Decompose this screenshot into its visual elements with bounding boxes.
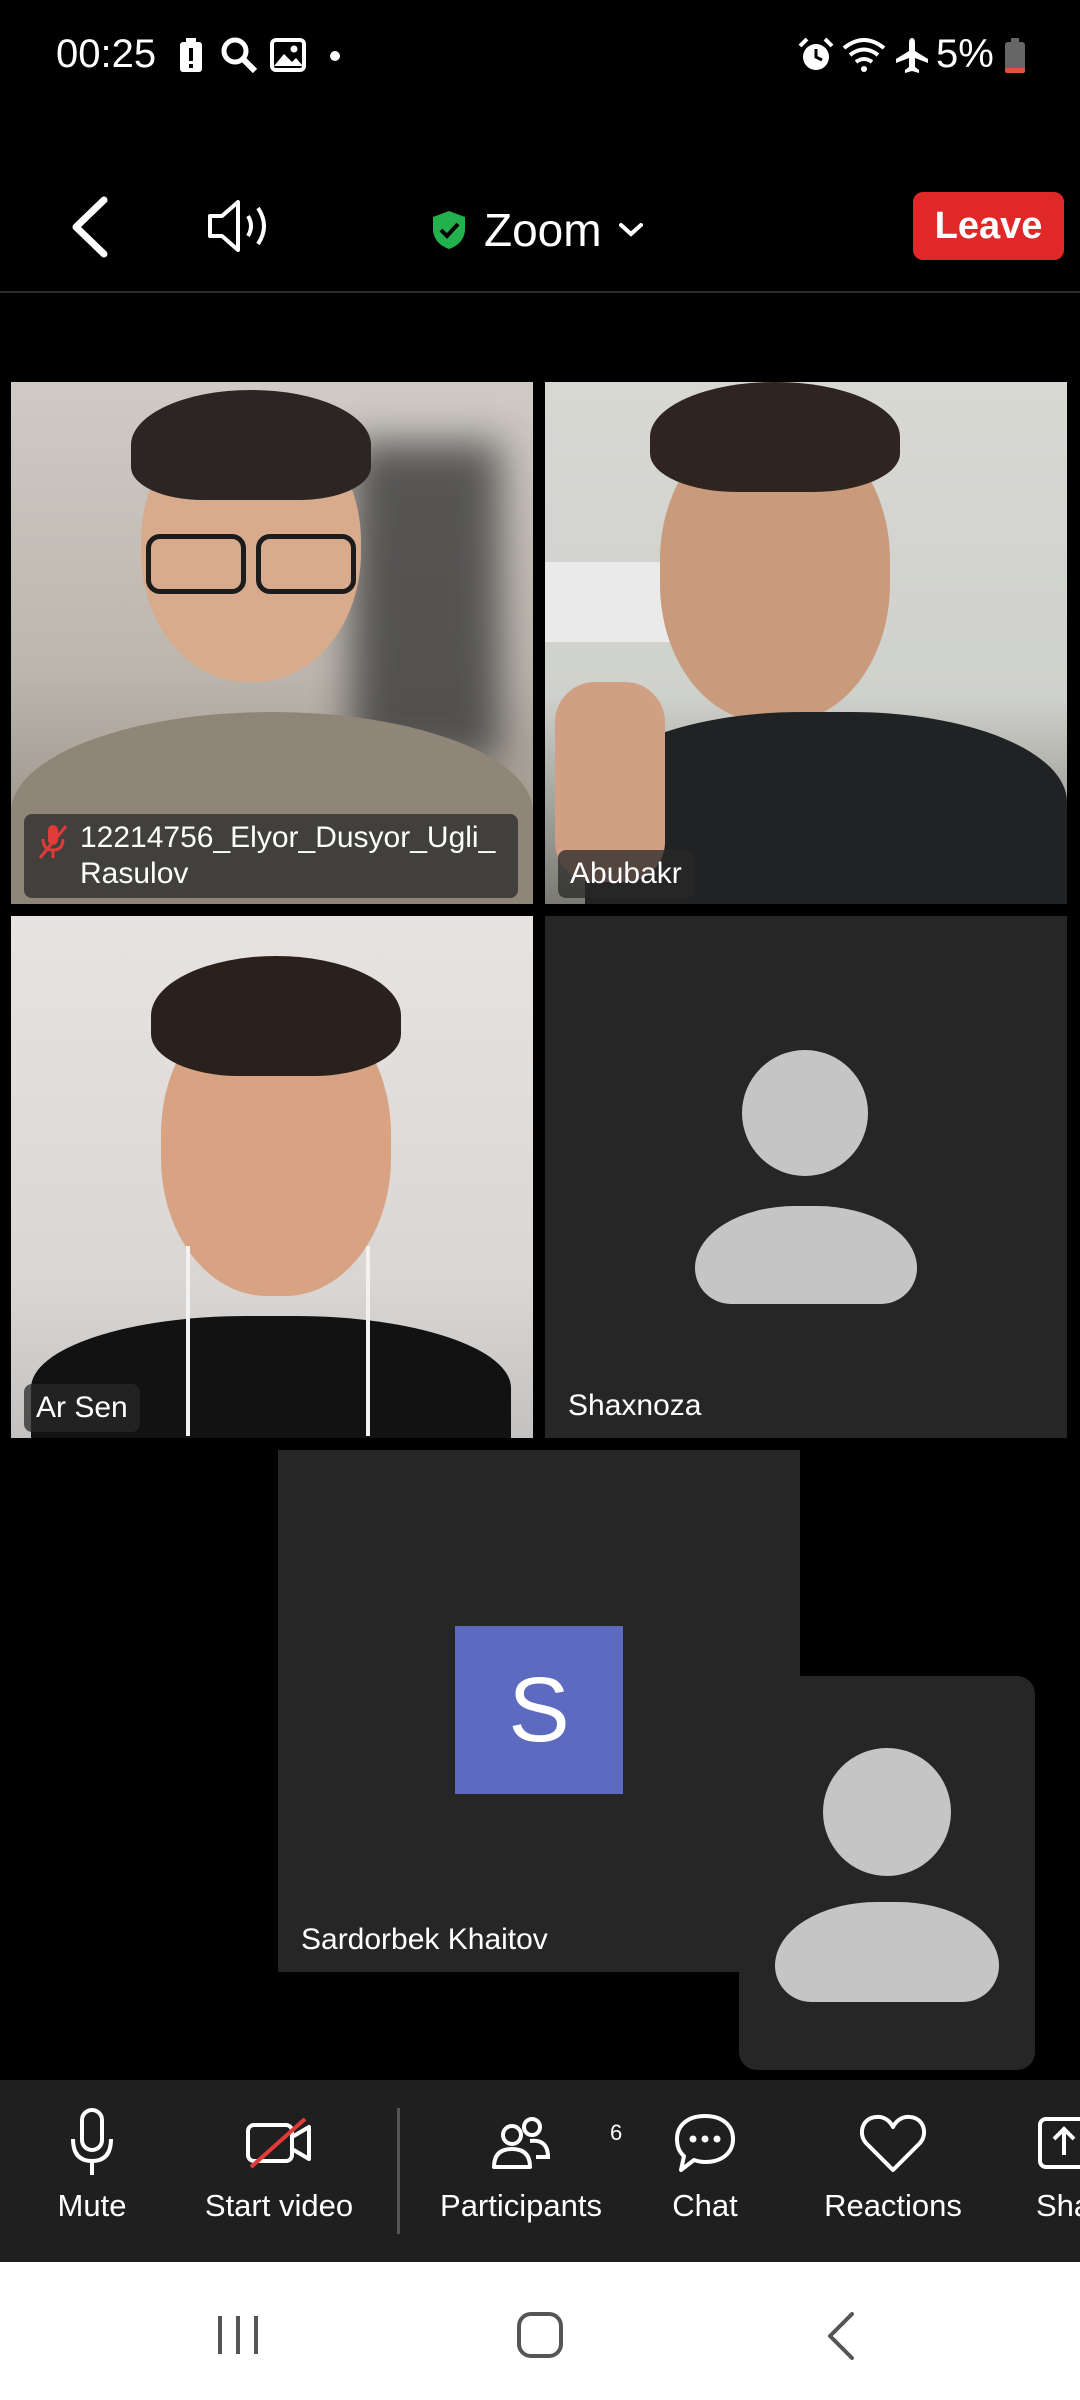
participants-label: Participants (440, 2188, 602, 2223)
image-icon (270, 38, 306, 72)
system-nav-bar (0, 2262, 1080, 2400)
status-time: 00:25 (56, 32, 157, 76)
share-icon (1038, 2117, 1080, 2169)
participant-name-tag: Shaxnoza (568, 1389, 702, 1422)
chat-label: Chat (672, 2188, 738, 2223)
video-tile-sardorbek[interactable]: S Sardorbek Khaitov (278, 1450, 800, 1972)
self-view-tile[interactable] (739, 1676, 1035, 2070)
dot-icon (330, 51, 340, 61)
video-tile-elyor[interactable]: 12214756_Elyor_Dusyor_Ugli_ Rasulov (11, 382, 533, 904)
toolbar-divider (397, 2108, 400, 2234)
video-tile-shaxnoza[interactable]: Shaxnoza (545, 916, 1067, 1438)
chat-icon (675, 2114, 735, 2172)
mute-button[interactable]: Mute (30, 2080, 154, 2262)
avatar-icon (823, 1748, 951, 1876)
avatar-icon (742, 1050, 868, 1176)
participants-icon (492, 2117, 551, 2169)
battery-icon (1005, 38, 1025, 73)
earphone-cable-left (186, 1246, 190, 1436)
status-bar: 00:25 5% (0, 0, 1080, 110)
search-icon (221, 37, 258, 74)
person-hair (131, 390, 371, 500)
chat-button[interactable]: Chat (650, 2080, 760, 2262)
participant-name-tag: Abubakr (558, 850, 694, 898)
person-hair (151, 956, 401, 1076)
share-label: Sha (1036, 2188, 1080, 2223)
participant-name-line2: Rasulov (80, 857, 189, 890)
person-hair (650, 382, 900, 492)
earphone-cable-right (366, 1246, 370, 1436)
meeting-title-dropdown[interactable]: Zoom (430, 190, 644, 270)
alarm-icon (798, 37, 834, 70)
reactions-label: Reactions (824, 2188, 962, 2223)
participant-name-line1: 12214756_Elyor_Dusyor_Ugli_ (80, 821, 496, 854)
video-tile-abubakr[interactable]: Abubakr (545, 382, 1067, 904)
participant-name-tag: Ar Sen (24, 1384, 140, 1432)
glasses-right (256, 534, 356, 594)
airplane-icon (896, 38, 928, 73)
recents-icon[interactable] (214, 2312, 262, 2358)
start-video-label: Start video (204, 2188, 354, 2223)
video-off-icon (246, 2117, 311, 2169)
participants-count-badge: 6 (610, 2120, 623, 2145)
participant-name-tag: 12214756_Elyor_Dusyor_Ugli_ Rasulov (24, 814, 518, 898)
participants-button[interactable]: 6 Participants (432, 2080, 622, 2262)
meeting-toolbar: Mute Start video 6 Participants Chat Rea… (0, 2080, 1080, 2262)
wifi-icon (842, 38, 886, 72)
microphone-icon (71, 2108, 113, 2175)
glasses-left (146, 534, 246, 594)
shield-check-icon (433, 211, 465, 249)
avatar-body (775, 1902, 999, 2002)
top-bar-divider (0, 291, 1080, 293)
leave-button[interactable]: Leave (913, 192, 1064, 260)
home-icon[interactable] (515, 2310, 565, 2360)
avatar-body (695, 1206, 917, 1304)
heart-icon (859, 2114, 927, 2172)
meeting-title: Zoom (484, 204, 602, 256)
muted-mic-icon (38, 825, 68, 859)
video-tile-arsen[interactable]: Ar Sen (11, 916, 533, 1438)
back-icon[interactable] (824, 2310, 858, 2362)
chevron-down-icon (618, 223, 643, 237)
back-arrow-icon[interactable] (66, 194, 112, 260)
share-button[interactable]: Sha (1036, 2080, 1080, 2262)
battery-alert-icon (180, 38, 202, 72)
initial-avatar: S (455, 1626, 623, 1794)
background-blur (351, 442, 501, 762)
reactions-button[interactable]: Reactions (808, 2080, 978, 2262)
speaker-icon[interactable] (206, 196, 278, 256)
mute-label: Mute (57, 2188, 127, 2223)
battery-percent: 5% (936, 32, 994, 76)
participant-name-tag: Sardorbek Khaitov (301, 1923, 548, 1956)
start-video-button[interactable]: Start video (195, 2080, 363, 2262)
